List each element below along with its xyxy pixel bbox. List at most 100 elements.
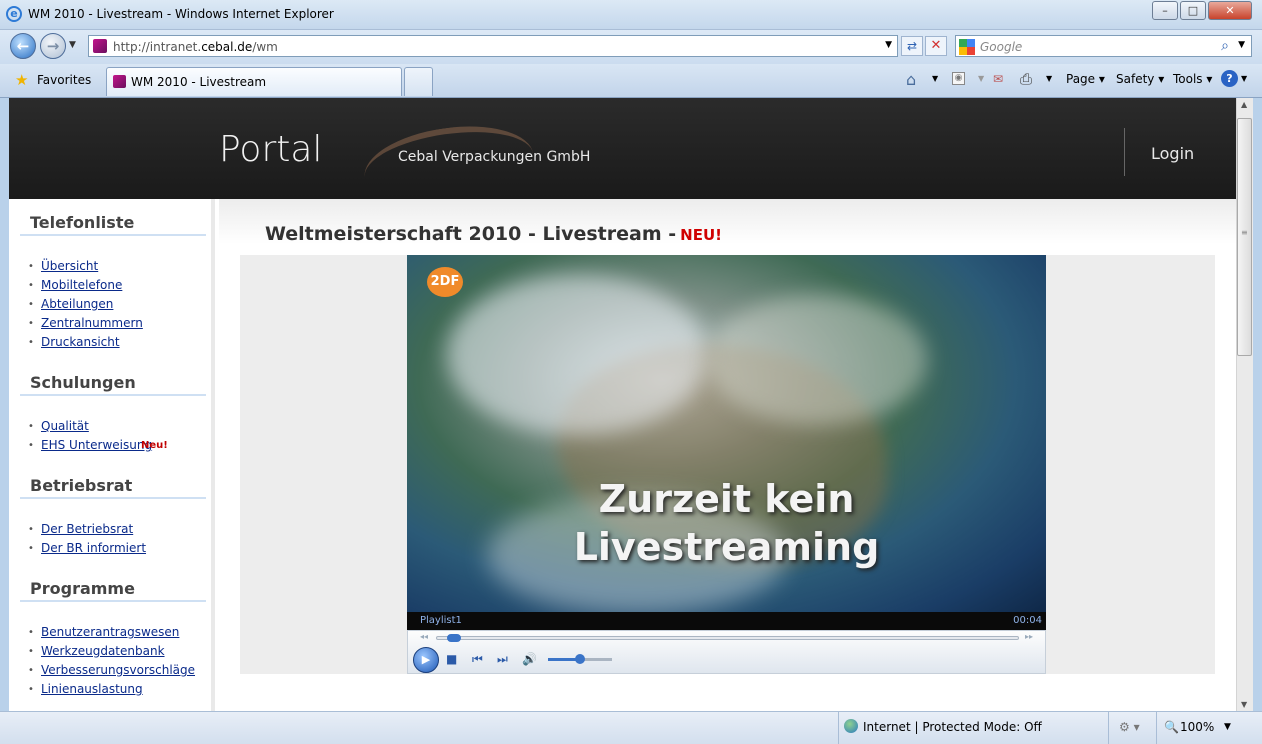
safety-menu[interactable]: Safety ▾ (1116, 72, 1164, 86)
playback-time: 00:04 (1013, 615, 1042, 626)
security-zone: Internet | Protected Mode: Off (863, 720, 1042, 734)
status-bar: Internet | Protected Mode: Off ⚙ ▾ 🔍 100… (0, 711, 1262, 744)
favorites-button[interactable]: ★ Favorites (9, 68, 104, 94)
popup-blocker-icon[interactable]: ⚙ ▾ (1119, 720, 1140, 734)
player-controls: ◂◂ ▸▸ ▶ ■ ⏮ ⏭ 🔊 (407, 630, 1046, 674)
favorites-label: Favorites (37, 73, 92, 87)
zoom-icon[interactable]: 🔍 (1164, 720, 1179, 734)
bullet: • (28, 299, 34, 310)
bullet: • (28, 684, 34, 695)
login-link[interactable]: Login (1151, 144, 1194, 163)
video-cloud-decoration (447, 275, 707, 435)
home-icon[interactable]: ⌂ (906, 70, 916, 89)
print-dropdown-icon[interactable]: ▼ (1046, 74, 1052, 83)
zoom-dropdown-icon[interactable]: ▼ (1224, 722, 1231, 732)
bullet: • (28, 280, 34, 291)
sidebar-item-uebersicht[interactable]: Übersicht (41, 259, 98, 273)
scrollbar-thumb[interactable]: ≡ (1237, 118, 1252, 356)
zoom-level[interactable]: 100% (1180, 720, 1214, 734)
sidebar-item-zentralnummern[interactable]: Zentralnummern (41, 316, 143, 330)
sidebar-item-der-betriebsrat[interactable]: Der Betriebsrat (41, 522, 133, 536)
tab-current[interactable]: WM 2010 - Livestream (106, 67, 402, 96)
seek-knob[interactable] (447, 634, 462, 642)
refresh-icon[interactable]: ⇄ (901, 36, 923, 56)
tools-menu[interactable]: Tools ▾ (1173, 72, 1212, 86)
tab-favicon-icon (113, 75, 126, 88)
help-icon[interactable]: ? (1221, 70, 1238, 87)
search-dropdown-icon[interactable]: ▼ (1238, 40, 1245, 50)
section-title-telefonliste: Telefonliste (30, 213, 135, 232)
section-rule (20, 600, 206, 602)
history-dropdown-icon[interactable]: ▼ (69, 40, 76, 50)
section-title-schulungen: Schulungen (30, 373, 136, 392)
maximize-button[interactable]: □ (1180, 1, 1206, 20)
playlist-bar: Playlist1 00:04 (407, 612, 1046, 630)
sidebar-item-linienauslastung[interactable]: Linienauslastung (41, 682, 143, 696)
address-field[interactable]: http://intranet.cebal.de/wm ▼ (88, 35, 898, 57)
video-screen[interactable]: 2DF Zurzeit kein Livestreaming (407, 255, 1046, 612)
section-title-betriebsrat: Betriebsrat (30, 476, 133, 495)
scroll-up-icon[interactable]: ▲ (1241, 100, 1247, 109)
section-rule (20, 497, 206, 499)
video-message-line1: Zurzeit kein (598, 477, 855, 521)
bullet: • (28, 543, 34, 554)
sidebar-item-druckansicht[interactable]: Druckansicht (41, 335, 120, 349)
back-button[interactable]: ← (10, 33, 36, 59)
page-headline: Weltmeisterschaft 2010 - Livestream - NEU… (265, 223, 722, 245)
status-divider (838, 712, 839, 744)
section-title-programme: Programme (30, 579, 135, 598)
grip-icon: ≡ (1241, 228, 1248, 237)
video-cloud-decoration (707, 295, 927, 425)
sidebar-item-ehs-unterweisung[interactable]: EHS Unterweisung (41, 438, 152, 452)
stop-icon[interactable]: ✕ (925, 36, 947, 56)
headline-new-badge: NEU! (680, 226, 722, 244)
seek-bar[interactable] (436, 636, 1019, 640)
video-message-line2: Livestreaming (573, 525, 880, 569)
minimize-button[interactable]: – (1152, 1, 1178, 20)
section-rule (20, 394, 206, 396)
scroll-down-icon[interactable]: ▼ (1241, 700, 1247, 709)
sidebar-item-werkzeugdatenbank[interactable]: Werkzeugdatenbank (41, 644, 165, 658)
bullet: • (28, 440, 34, 451)
url-text: http://intranet.cebal.de/wm (113, 40, 278, 54)
feeds-dropdown-icon[interactable]: ▼ (978, 74, 984, 83)
feeds-icon[interactable]: ◉ (952, 72, 965, 85)
new-tab-button[interactable] (404, 67, 433, 96)
bullet: • (28, 421, 34, 432)
sidebar-item-der-br-informiert[interactable]: Der BR informiert (41, 541, 146, 555)
next-icon[interactable]: ⏭ (497, 652, 508, 667)
address-dropdown-icon[interactable]: ▼ (885, 40, 892, 50)
search-box[interactable]: Google ⌕ ▼ (955, 35, 1252, 57)
sidebar-item-benutzerantragswesen[interactable]: Benutzerantragswesen (41, 625, 179, 639)
mail-icon[interactable]: ✉ (993, 72, 1003, 86)
sidebar-item-mobiltelefone[interactable]: Mobiltelefone (41, 278, 122, 292)
ie-logo-icon: e (6, 6, 22, 22)
bullet: • (28, 261, 34, 272)
bullet: • (28, 627, 34, 638)
site-header: Portal Cebal Verpackungen GmbH Login (9, 98, 1236, 215)
play-button[interactable]: ▶ (413, 647, 439, 673)
home-dropdown-icon[interactable]: ▼ (932, 74, 938, 83)
close-window-button[interactable]: ✕ (1208, 1, 1252, 20)
volume-icon[interactable]: 🔊 (522, 652, 537, 666)
rewind-icon[interactable]: ◂◂ (420, 632, 428, 641)
fast-forward-icon[interactable]: ▸▸ (1025, 632, 1033, 641)
company-name: Cebal Verpackungen GmbH (398, 149, 591, 165)
sidebar-item-abteilungen[interactable]: Abteilungen (41, 297, 113, 311)
help-dropdown-icon[interactable]: ▼ (1241, 74, 1247, 83)
sidebar-item-qualitaet[interactable]: Qualität (41, 419, 89, 433)
forward-button[interactable]: → (40, 33, 66, 59)
bullet: • (28, 318, 34, 329)
previous-icon[interactable]: ⏮ (472, 652, 483, 667)
search-icon[interactable]: ⌕ (1221, 38, 1229, 54)
page-menu[interactable]: Page ▾ (1066, 72, 1105, 86)
window-title-bar: e WM 2010 - Livestream - Windows Interne… (0, 0, 1262, 30)
portal-title: Portal (219, 129, 323, 170)
window-title: WM 2010 - Livestream - Windows Internet … (28, 7, 334, 21)
search-placeholder: Google (980, 40, 1023, 54)
sidebar-item-verbesserungsvorschlaege[interactable]: Verbesserungsvorschläge (41, 663, 195, 677)
print-icon[interactable]: ⎙ (1020, 70, 1032, 88)
volume-knob[interactable] (575, 654, 585, 664)
star-icon: ★ (15, 71, 29, 89)
stop-icon[interactable]: ■ (446, 652, 457, 666)
